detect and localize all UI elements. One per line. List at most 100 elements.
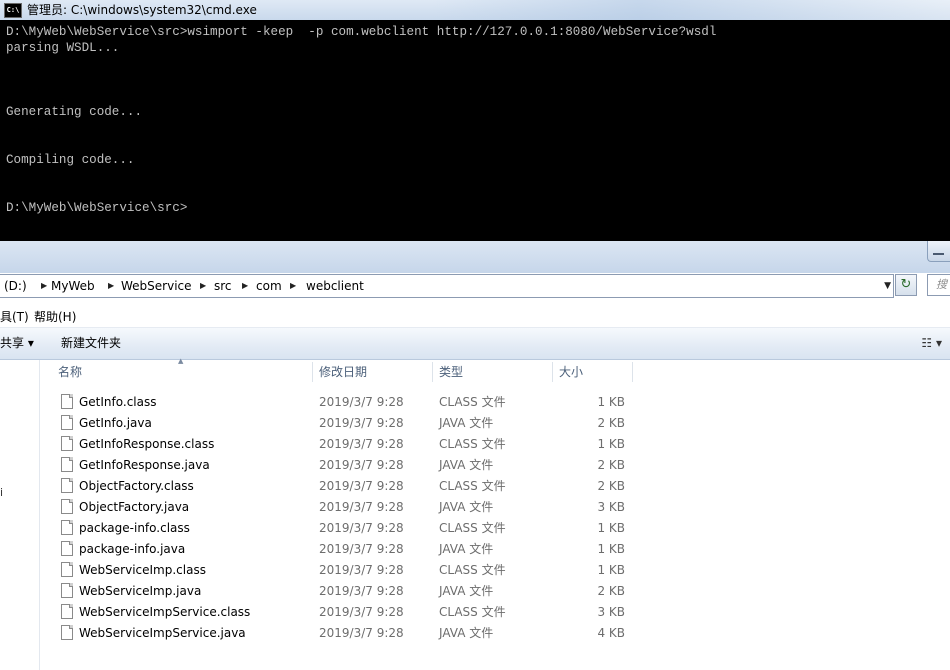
file-row[interactable]: GetInfoResponse.class 2019/3/7 9:28 CLASS … — [40, 434, 950, 455]
column-divider[interactable] — [632, 362, 633, 382]
console-line: parsing WSDL... — [6, 41, 120, 55]
file-date: 2019/3/7 9:28 — [319, 563, 404, 577]
column-type[interactable]: 类型 — [439, 360, 463, 384]
file-type: JAVA 文件 — [439, 458, 494, 472]
file-type: CLASS 文件 — [439, 521, 506, 535]
console-line: Generating code... — [6, 105, 143, 119]
file-date: 2019/3/7 9:28 — [319, 437, 404, 451]
navigation-pane[interactable]: i — [0, 360, 40, 670]
breadcrumb-webservice[interactable]: WebService — [121, 275, 192, 297]
file-date: 2019/3/7 9:28 — [319, 521, 404, 535]
file-type: CLASS 文件 — [439, 395, 506, 409]
file-name: WebServiceImpService.java — [79, 626, 246, 640]
address-dropdown-icon[interactable]: ▼ — [884, 275, 891, 297]
file-icon — [61, 478, 73, 493]
cmd-title-bar[interactable]: C:\ 管理员: C:\windows\system32\cmd.exe — [0, 0, 950, 20]
file-date: 2019/3/7 9:28 — [319, 626, 404, 640]
column-size[interactable]: 大小 — [559, 360, 583, 384]
nav-item-fragment[interactable]: i — [0, 486, 3, 499]
file-size: 2 KB — [597, 584, 625, 598]
view-options-button[interactable]: ☷ ▾ — [921, 328, 942, 359]
file-row[interactable]: package-info.class 2019/3/7 9:28 CLASS 文件 1… — [40, 518, 950, 539]
column-name[interactable]: 名称 — [58, 360, 82, 384]
file-name: package-info.class — [79, 521, 190, 535]
file-size: 1 KB — [597, 395, 625, 409]
file-size: 1 KB — [597, 542, 625, 556]
file-icon — [61, 520, 73, 535]
breadcrumb-myweb[interactable]: MyWeb — [51, 275, 95, 297]
file-name: WebServiceImpService.class — [79, 605, 251, 619]
file-icon — [61, 625, 73, 640]
file-type: JAVA 文件 — [439, 626, 494, 640]
cmd-window-title: 管理员: C:\windows\system32\cmd.exe — [27, 3, 257, 17]
breadcrumb-separator-icon[interactable]: ▶ — [200, 275, 206, 297]
title-bar-glass — [430, 0, 950, 20]
new-folder-button[interactable]: 新建文件夹 — [61, 328, 121, 359]
file-row[interactable]: ObjectFactory.class 2019/3/7 9:28 CLASS 文件… — [40, 476, 950, 497]
file-date: 2019/3/7 9:28 — [319, 500, 404, 514]
cmd-app-icon[interactable]: C:\ — [4, 3, 22, 18]
file-type: CLASS 文件 — [439, 437, 506, 451]
file-name: ObjectFactory.java — [79, 500, 190, 514]
cmd-console[interactable]: D:\MyWeb\WebService\src>wsimport -keep -… — [0, 20, 950, 241]
file-date: 2019/3/7 9:28 — [319, 584, 404, 598]
file-icon — [61, 541, 73, 556]
column-divider[interactable] — [432, 362, 433, 382]
file-icon — [61, 562, 73, 577]
breadcrumb-separator-icon[interactable]: ▶ — [242, 275, 248, 297]
file-size: 3 KB — [597, 605, 625, 619]
column-date[interactable]: 修改日期 — [319, 360, 367, 384]
breadcrumb-com[interactable]: com — [256, 275, 282, 297]
search-input[interactable]: 搜 — [927, 274, 950, 296]
file-name: ObjectFactory.class — [79, 479, 194, 493]
file-icon — [61, 436, 73, 451]
breadcrumb-drive[interactable]: (D:) — [4, 275, 27, 297]
file-name: GetInfo.java — [79, 416, 152, 430]
refresh-button[interactable]: ↻ — [895, 274, 917, 296]
file-date: 2019/3/7 9:28 — [319, 395, 404, 409]
share-button[interactable]: 共享 ▾ — [0, 328, 34, 359]
file-icon — [61, 604, 73, 619]
file-size: 4 KB — [597, 626, 625, 640]
file-icon — [61, 457, 73, 472]
file-type: JAVA 文件 — [439, 584, 494, 598]
console-line: D:\MyWeb\WebService\src>wsimport -keep -… — [6, 25, 717, 39]
file-icon — [61, 499, 73, 514]
file-row[interactable]: GetInfoResponse.java 2019/3/7 9:28 JAVA 文件… — [40, 455, 950, 476]
file-icon — [61, 583, 73, 598]
file-icon — [61, 394, 73, 409]
breadcrumb-webclient[interactable]: webclient — [306, 275, 364, 297]
file-date: 2019/3/7 9:28 — [319, 458, 404, 472]
breadcrumb-separator-icon[interactable]: ▶ — [290, 275, 296, 297]
file-row[interactable]: package-info.java 2019/3/7 9:28 JAVA 文件 1 K… — [40, 539, 950, 560]
console-line: Compiling code... — [6, 153, 135, 167]
file-size: 2 KB — [597, 416, 625, 430]
breadcrumb-separator-icon[interactable]: ▶ — [108, 275, 114, 297]
file-row[interactable]: WebServiceImpService.java 2019/3/7 9:28 JA… — [40, 623, 950, 644]
menu-tools[interactable]: 具(T) — [0, 307, 29, 327]
file-size: 2 KB — [597, 458, 625, 472]
file-size: 3 KB — [597, 500, 625, 514]
file-type: JAVA 文件 — [439, 542, 494, 556]
file-size: 1 KB — [597, 563, 625, 577]
column-divider[interactable] — [312, 362, 313, 382]
file-date: 2019/3/7 9:28 — [319, 542, 404, 556]
file-size: 2 KB — [597, 479, 625, 493]
file-row[interactable]: GetInfo.java 2019/3/7 9:28 JAVA 文件 2 KB — [40, 413, 950, 434]
minimize-button[interactable] — [927, 241, 950, 262]
file-row[interactable]: WebServiceImpService.class 2019/3/7 9:28 C… — [40, 602, 950, 623]
file-list: GetInfo.class 2019/3/7 9:28 CLASS 文件 1 KB Ge… — [40, 392, 950, 644]
menu-help[interactable]: 帮助(H) — [34, 307, 76, 327]
file-row[interactable]: WebServiceImp.class 2019/3/7 9:28 CLASS 文件… — [40, 560, 950, 581]
file-type: CLASS 文件 — [439, 563, 506, 577]
file-date: 2019/3/7 9:28 — [319, 416, 404, 430]
file-row[interactable]: WebServiceImp.java 2019/3/7 9:28 JAVA 文件 2 … — [40, 581, 950, 602]
breadcrumb-separator-icon[interactable]: ▶ — [41, 275, 47, 297]
file-name: GetInfoResponse.java — [79, 458, 210, 472]
file-name: WebServiceImp.java — [79, 584, 202, 598]
breadcrumb-src[interactable]: src — [214, 275, 232, 297]
file-row[interactable]: ObjectFactory.java 2019/3/7 9:28 JAVA 文件 3 … — [40, 497, 950, 518]
file-row[interactable]: GetInfo.class 2019/3/7 9:28 CLASS 文件 1 KB — [40, 392, 950, 413]
address-bar[interactable]: (D:) ▶ MyWeb ▶ WebService ▶ src ▶ com ▶ … — [0, 274, 894, 298]
column-divider[interactable] — [552, 362, 553, 382]
